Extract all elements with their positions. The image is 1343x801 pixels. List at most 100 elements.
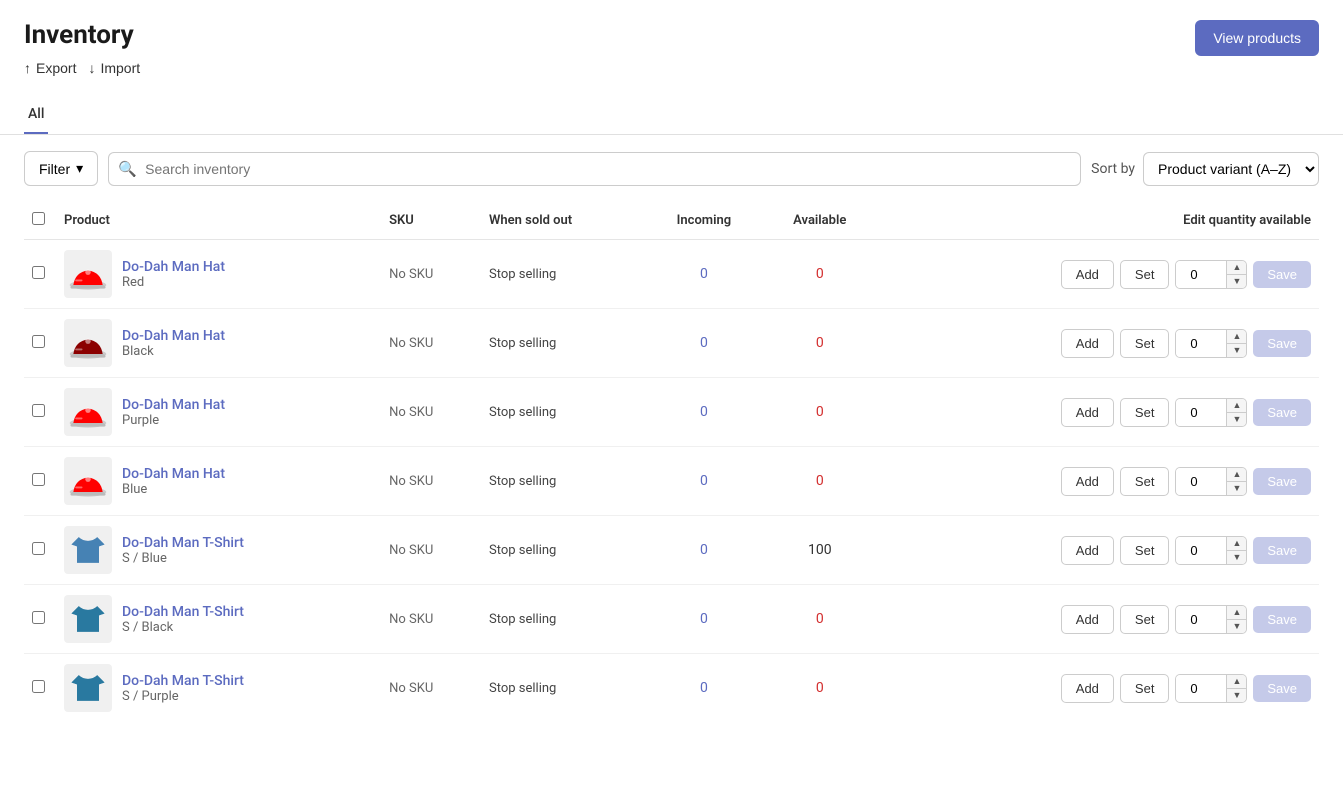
qty-up-7[interactable]: ▲ [1227,675,1246,689]
save-button-3[interactable]: Save [1253,399,1311,426]
product-name-1[interactable]: Do-Dah Man Hat [122,259,225,275]
save-button-1[interactable]: Save [1253,261,1311,288]
qty-up-4[interactable]: ▲ [1227,468,1246,482]
available-cell-5: 100 [762,516,877,585]
col-when-sold-out: When sold out [481,202,645,240]
qty-up-1[interactable]: ▲ [1227,261,1246,275]
save-button-4[interactable]: Save [1253,468,1311,495]
row-checkbox-4[interactable] [32,473,45,486]
edit-qty-cell-7: Add Set ▲ ▼ Save [877,654,1319,723]
qty-down-5[interactable]: ▼ [1227,551,1246,564]
row-checkbox-cell [24,378,56,447]
save-button-6[interactable]: Save [1253,606,1311,633]
qty-input-7[interactable] [1176,675,1226,702]
product-name-2[interactable]: Do-Dah Man Hat [122,328,225,344]
export-button[interactable]: Export [24,60,76,76]
add-button-7[interactable]: Add [1061,674,1114,703]
sort-label: Sort by [1091,161,1135,177]
set-button-1[interactable]: Set [1120,260,1170,289]
add-button-3[interactable]: Add [1061,398,1114,427]
row-checkbox-2[interactable] [32,335,45,348]
add-button-1[interactable]: Add [1061,260,1114,289]
product-name-7[interactable]: Do-Dah Man T-Shirt [122,673,244,689]
product-variant-2: Black [122,344,225,359]
product-image-6 [64,595,112,643]
qty-up-2[interactable]: ▲ [1227,330,1246,344]
qty-down-3[interactable]: ▼ [1227,413,1246,426]
tab-all[interactable]: All [24,96,48,134]
add-button-5[interactable]: Add [1061,536,1114,565]
row-checkbox-6[interactable] [32,611,45,624]
tabs-bar: All [0,96,1343,135]
set-button-3[interactable]: Set [1120,398,1170,427]
col-incoming: Incoming [645,202,762,240]
qty-down-4[interactable]: ▼ [1227,482,1246,495]
product-name-6[interactable]: Do-Dah Man T-Shirt [122,604,244,620]
edit-qty-cell-6: Add Set ▲ ▼ Save [877,585,1319,654]
filter-button[interactable]: Filter ▾ [24,151,98,186]
incoming-cell-3: 0 [645,378,762,447]
available-cell-2: 0 [762,309,877,378]
qty-spinners-3: ▲ ▼ [1226,399,1246,426]
available-cell-3: 0 [762,378,877,447]
product-name-4[interactable]: Do-Dah Man Hat [122,466,225,482]
add-button-4[interactable]: Add [1061,467,1114,496]
product-cell-4: Do-Dah Man Hat Blue [56,447,381,516]
set-button-7[interactable]: Set [1120,674,1170,703]
sku-cell-2: No SKU [381,309,481,378]
view-products-button[interactable]: View products [1195,20,1319,56]
qty-down-7[interactable]: ▼ [1227,689,1246,702]
product-name-5[interactable]: Do-Dah Man T-Shirt [122,535,244,551]
when-sold-cell-7: Stop selling [481,654,645,723]
qty-up-5[interactable]: ▲ [1227,537,1246,551]
sort-select[interactable]: Product variant (A–Z) Product variant (Z… [1143,152,1319,186]
row-checkbox-7[interactable] [32,680,45,693]
set-button-4[interactable]: Set [1120,467,1170,496]
qty-input-6[interactable] [1176,606,1226,633]
inventory-table: Product SKU When sold out Incoming Avail… [24,202,1319,722]
qty-input-3[interactable] [1176,399,1226,426]
save-button-5[interactable]: Save [1253,537,1311,564]
row-checkbox-1[interactable] [32,266,45,279]
qty-input-wrap-2: ▲ ▼ [1175,329,1247,358]
sku-cell-1: No SKU [381,240,481,309]
product-variant-1: Red [122,275,225,290]
row-checkbox-3[interactable] [32,404,45,417]
save-button-7[interactable]: Save [1253,675,1311,702]
set-button-5[interactable]: Set [1120,536,1170,565]
row-checkbox-5[interactable] [32,542,45,555]
table-row: Do-Dah Man Hat Red No SKU Stop selling 0… [24,240,1319,309]
edit-qty-cell-5: Add Set ▲ ▼ Save [877,516,1319,585]
qty-down-2[interactable]: ▼ [1227,344,1246,357]
search-input[interactable] [108,152,1081,186]
set-button-6[interactable]: Set [1120,605,1170,634]
sku-cell-6: No SKU [381,585,481,654]
product-cell-7: Do-Dah Man T-Shirt S / Purple [56,654,381,723]
product-name-3[interactable]: Do-Dah Man Hat [122,397,225,413]
sku-cell-4: No SKU [381,447,481,516]
col-sku: SKU [381,202,481,240]
qty-down-1[interactable]: ▼ [1227,275,1246,288]
product-image-5 [64,526,112,574]
available-cell-7: 0 [762,654,877,723]
qty-down-6[interactable]: ▼ [1227,620,1246,633]
save-button-2[interactable]: Save [1253,330,1311,357]
product-cell-1: Do-Dah Man Hat Red [56,240,381,309]
qty-input-5[interactable] [1176,537,1226,564]
add-button-6[interactable]: Add [1061,605,1114,634]
qty-up-3[interactable]: ▲ [1227,399,1246,413]
qty-up-6[interactable]: ▲ [1227,606,1246,620]
col-edit-qty: Edit quantity available [877,202,1319,240]
sku-cell-7: No SKU [381,654,481,723]
qty-input-2[interactable] [1176,330,1226,357]
import-button[interactable]: Import [88,60,140,76]
product-image-1 [64,250,112,298]
qty-spinners-7: ▲ ▼ [1226,675,1246,702]
qty-input-4[interactable] [1176,468,1226,495]
add-button-2[interactable]: Add [1061,329,1114,358]
incoming-cell-4: 0 [645,447,762,516]
row-checkbox-cell [24,447,56,516]
select-all-checkbox[interactable] [32,212,45,225]
set-button-2[interactable]: Set [1120,329,1170,358]
qty-input-1[interactable] [1176,261,1226,288]
